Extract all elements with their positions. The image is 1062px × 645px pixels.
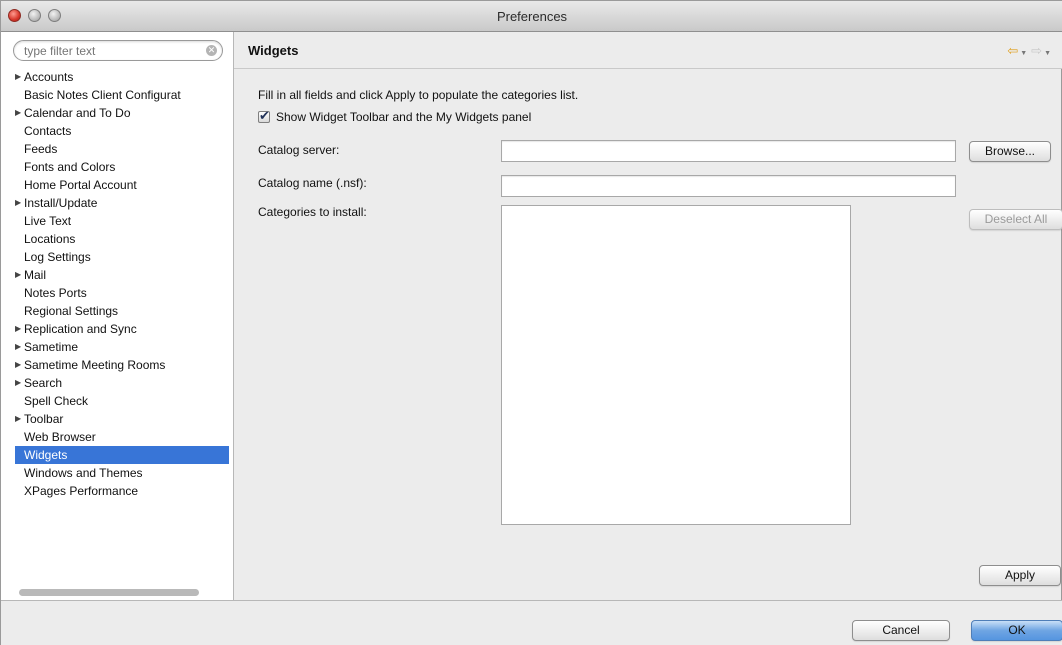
- tree-item-label: Search: [24, 376, 63, 390]
- filter-input[interactable]: [24, 43, 199, 59]
- catalog-server-input[interactable]: [501, 140, 956, 162]
- tree-item[interactable]: ▶ Replication and Sync: [15, 320, 229, 338]
- forward-dropdown-icon[interactable]: ▼: [1044, 50, 1051, 57]
- tree-item-label: Web Browser: [24, 430, 96, 444]
- clear-search-icon[interactable]: ✕: [206, 45, 217, 56]
- filter-search-box[interactable]: ✕: [13, 40, 223, 61]
- tree-item-label: Spell Check: [24, 394, 89, 408]
- tree-item[interactable]: ▶ Sametime Meeting Rooms: [15, 356, 229, 374]
- catalog-name-label: Catalog name (.nsf):: [258, 176, 367, 190]
- ok-button[interactable]: OK: [971, 620, 1062, 641]
- show-toolbar-option[interactable]: Show Widget Toolbar and the My Widgets p…: [258, 108, 531, 125]
- page-title: Widgets: [248, 43, 299, 58]
- tree-item[interactable]: ▶ Mail: [15, 266, 229, 284]
- expand-triangle-icon[interactable]: ▶: [15, 194, 24, 212]
- tree-item[interactable]: Live Text: [15, 212, 229, 230]
- preferences-window: Preferences ✕ ▶AccountsBasic Notes Clien…: [0, 0, 1062, 645]
- show-toolbar-label[interactable]: Show Widget Toolbar and the My Widgets p…: [276, 110, 531, 124]
- tree-item[interactable]: ▶ Toolbar: [15, 410, 229, 428]
- preference-tree-pane: ✕ ▶AccountsBasic Notes Client Configurat…: [1, 32, 234, 600]
- tree-item[interactable]: Fonts and Colors: [15, 158, 229, 176]
- tree-item[interactable]: Spell Check: [15, 392, 229, 410]
- tree-item-label: Home Portal Account: [24, 178, 137, 192]
- catalog-name-input[interactable]: [501, 175, 956, 197]
- tree-item-label: Notes Ports: [24, 286, 87, 300]
- preference-page: Widgets ⇦ ▼ ⇨ ▼ Fill in all fields and clic…: [234, 32, 1062, 600]
- show-toolbar-checkbox[interactable]: [258, 108, 270, 124]
- tree-item-label: Fonts and Colors: [24, 160, 116, 174]
- tree-item-label: Log Settings: [24, 250, 91, 264]
- back-arrow-icon[interactable]: ⇦: [1007, 43, 1018, 58]
- tree-item[interactable]: XPages Performance: [15, 482, 229, 500]
- tree-item[interactable]: Locations: [15, 230, 229, 248]
- window-title: Preferences: [496, 9, 568, 24]
- deselect-all-button[interactable]: Deselect All: [969, 209, 1062, 230]
- tree-item-label: Mail: [24, 268, 47, 282]
- tree-item[interactable]: Basic Notes Client Configurat: [15, 86, 229, 104]
- tree-item[interactable]: Widgets: [15, 446, 229, 464]
- categories-list[interactable]: [501, 205, 851, 525]
- tree-item[interactable]: ▶ Search: [15, 374, 229, 392]
- tree-item-label: Accounts: [24, 70, 74, 84]
- tree-item-label: Regional Settings: [24, 304, 119, 318]
- tree-item-label: Basic Notes Client Configurat: [24, 88, 181, 102]
- apply-button[interactable]: Apply: [979, 565, 1061, 586]
- tree-item[interactable]: Contacts: [15, 122, 229, 140]
- tree-item-label: Sametime: [24, 340, 79, 354]
- tree-item[interactable]: Web Browser: [15, 428, 229, 446]
- tree-item-label: Widgets: [24, 448, 68, 462]
- dialog-button-bar: Cancel OK: [1, 600, 1062, 645]
- tree-item-label: Live Text: [24, 214, 72, 228]
- browse-button[interactable]: Browse...: [969, 141, 1051, 162]
- page-header: Widgets ⇦ ▼ ⇨ ▼: [234, 32, 1062, 69]
- instructions-text: Fill in all fields and click Apply to po…: [258, 88, 579, 102]
- preference-tree: ▶ Accounts Basic Notes Client Configurat ▶ C…: [15, 68, 229, 500]
- tree-item-label: Contacts: [24, 124, 72, 138]
- tree-item-label: Replication and Sync: [24, 322, 137, 336]
- expand-triangle-icon[interactable]: ▶: [15, 374, 24, 392]
- tree-item[interactable]: ▶ Calendar and To Do: [15, 104, 229, 122]
- title-bar[interactable]: Preferences: [1, 1, 1062, 32]
- cancel-button[interactable]: Cancel: [852, 620, 950, 641]
- tree-item[interactable]: Log Settings: [15, 248, 229, 266]
- tree-item[interactable]: ▶ Install/Update: [15, 194, 229, 212]
- tree-item-label: Windows and Themes: [24, 466, 143, 480]
- tree-item-label: Calendar and To Do: [24, 106, 131, 120]
- expand-triangle-icon[interactable]: ▶: [15, 68, 24, 86]
- tree-item-label: Locations: [24, 232, 76, 246]
- expand-triangle-icon[interactable]: ▶: [15, 410, 24, 428]
- tree-item-label: XPages Performance: [24, 484, 139, 498]
- tree-item[interactable]: Feeds: [15, 140, 229, 158]
- tree-item-label: Feeds: [24, 142, 58, 156]
- horizontal-scrollbar[interactable]: [19, 589, 199, 596]
- categories-label: Categories to install:: [258, 205, 367, 219]
- tree-item-label: Toolbar: [24, 412, 64, 426]
- tree-item[interactable]: Regional Settings: [15, 302, 229, 320]
- back-dropdown-icon[interactable]: ▼: [1020, 50, 1027, 57]
- expand-triangle-icon[interactable]: ▶: [15, 266, 24, 284]
- expand-triangle-icon[interactable]: ▶: [15, 338, 24, 356]
- tree-item[interactable]: Windows and Themes: [15, 464, 229, 482]
- tree-item[interactable]: Home Portal Account: [15, 176, 229, 194]
- tree-item-label: Install/Update: [24, 196, 98, 210]
- tree-item-label: Sametime Meeting Rooms: [24, 358, 166, 372]
- tree-item[interactable]: Notes Ports: [15, 284, 229, 302]
- tree-item[interactable]: ▶ Sametime: [15, 338, 229, 356]
- history-navigation: ⇦ ▼ ⇨ ▼: [1007, 43, 1055, 59]
- forward-arrow-icon[interactable]: ⇨: [1031, 43, 1042, 58]
- expand-triangle-icon[interactable]: ▶: [15, 356, 24, 374]
- expand-triangle-icon[interactable]: ▶: [15, 320, 24, 338]
- catalog-server-label: Catalog server:: [258, 143, 340, 157]
- expand-triangle-icon[interactable]: ▶: [15, 104, 24, 122]
- tree-item[interactable]: ▶ Accounts: [15, 68, 229, 86]
